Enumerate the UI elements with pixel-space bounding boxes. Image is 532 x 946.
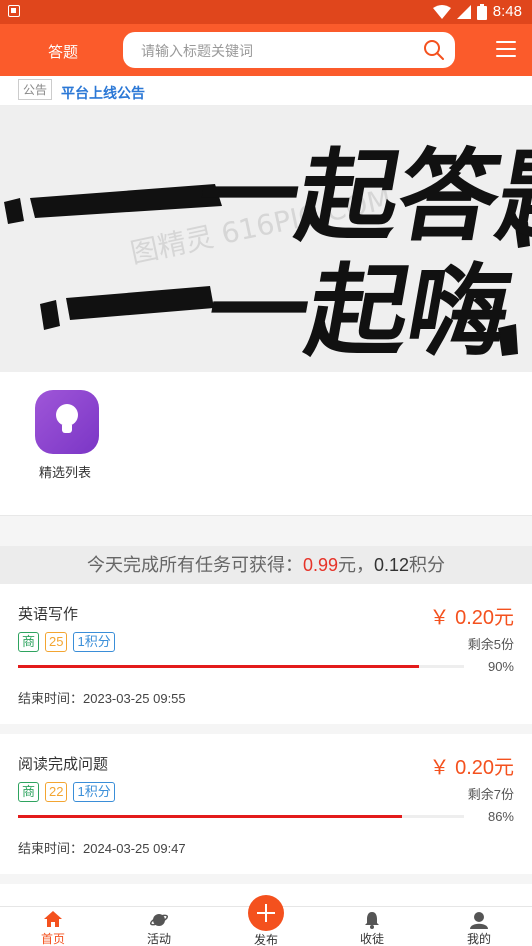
feature-grid: 精选列表 bbox=[0, 372, 532, 516]
task-tag-points: 1积分 bbox=[73, 632, 115, 652]
task-name: 英语写作 bbox=[18, 606, 79, 623]
tab-label: 收徒 bbox=[359, 932, 384, 946]
task-progress-bar bbox=[18, 815, 464, 818]
task-end-time: 结束时间：2023-03-25 09:55 bbox=[18, 691, 186, 706]
task-tag-count: 22 bbox=[45, 782, 68, 802]
notification-icon bbox=[8, 5, 20, 17]
status-bar: 8:48 bbox=[0, 0, 532, 24]
banner-line2: 一起嗨 bbox=[198, 253, 519, 370]
task-tags: 商 22 1积分 bbox=[18, 782, 115, 802]
summary-separator: ， bbox=[356, 555, 374, 575]
summary-points-unit: 积分 bbox=[409, 555, 446, 575]
bell-icon bbox=[365, 912, 379, 929]
wifi-icon bbox=[432, 4, 451, 19]
task-tag-type: 商 bbox=[18, 782, 40, 802]
task-name: 阅读完成问题 bbox=[18, 756, 109, 773]
search-input[interactable]: 请输入标题关键词 bbox=[123, 32, 455, 68]
clock: 8:48 bbox=[492, 3, 522, 20]
battery-icon bbox=[476, 3, 487, 20]
summary-money: 0.99 bbox=[302, 555, 338, 575]
announcement-bar[interactable]: 公告 平台上线公告 bbox=[0, 76, 532, 106]
plus-icon[interactable] bbox=[248, 895, 284, 931]
search-icon[interactable] bbox=[423, 39, 445, 61]
task-tag-count: 25 bbox=[45, 632, 68, 652]
task-remaining: 剩余7份 bbox=[467, 787, 514, 802]
summary-points: 0.12 bbox=[374, 555, 410, 575]
task-price: ￥ 0.20元 bbox=[429, 607, 514, 629]
feature-item-featured-list[interactable]: 精选列表 bbox=[35, 390, 99, 481]
signal-icon bbox=[456, 4, 471, 19]
announcement-tag: 公告 bbox=[18, 79, 53, 100]
task-progress-fill bbox=[18, 665, 420, 668]
tab-label: 首页 bbox=[40, 932, 65, 946]
task-card[interactable]: 阅读完成问题 ￥ 0.20元 商 22 1积分 剩余7份 86% 结束时间：20… bbox=[0, 734, 532, 874]
page-title: 答题 bbox=[48, 44, 79, 61]
planet-icon bbox=[150, 914, 168, 926]
announcement-link[interactable]: 平台上线公告 bbox=[61, 83, 145, 103]
banner-line1: 一起答题 bbox=[189, 138, 532, 255]
task-progress-bar bbox=[18, 665, 464, 668]
task-progress-label: 90% bbox=[487, 659, 514, 674]
top-bar: 答题 请输入标题关键词 bbox=[0, 24, 532, 76]
task-progress-label: 86% bbox=[487, 809, 514, 824]
task-end-time: 结束时间：2024-03-25 09:47 bbox=[18, 841, 186, 856]
daily-earnings-summary: 今天完成所有任务可获得：0.99元，0.12积分 bbox=[0, 546, 532, 584]
banner-graphic: 图精灵 616PIC.COM 一起答题 一起嗨 bbox=[4, 138, 532, 370]
task-tag-points: 1积分 bbox=[73, 782, 115, 802]
menu-icon[interactable] bbox=[496, 41, 516, 59]
task-card[interactable]: 英语写作 ￥ 0.20元 商 25 1积分 剩余5份 90% 结束时间：2023… bbox=[0, 584, 532, 724]
task-tags: 商 25 1积分 bbox=[18, 632, 115, 652]
tab-label: 我的 bbox=[466, 932, 491, 946]
bottom-tab-bar: 首页 活动 发布 收徒 我的 bbox=[0, 895, 532, 946]
tab-label: 活动 bbox=[146, 932, 171, 946]
search-placeholder: 请输入标题关键词 bbox=[141, 43, 253, 59]
tab-label: 发布 bbox=[253, 933, 278, 946]
feature-label: 精选列表 bbox=[38, 465, 91, 480]
task-price: ￥ 0.20元 bbox=[429, 757, 514, 779]
home-icon bbox=[44, 911, 62, 927]
summary-money-unit: 元 bbox=[338, 555, 356, 575]
lightbulb-icon[interactable] bbox=[35, 390, 99, 454]
task-remaining: 剩余5份 bbox=[467, 637, 514, 652]
user-icon bbox=[470, 912, 488, 929]
task-tag-type: 商 bbox=[18, 632, 40, 652]
summary-prefix: 今天完成所有任务可获得： bbox=[86, 555, 303, 575]
banner-image[interactable]: 图精灵 616PIC.COM 一起答题 一起嗨 bbox=[0, 106, 532, 372]
task-progress-fill bbox=[18, 815, 402, 818]
